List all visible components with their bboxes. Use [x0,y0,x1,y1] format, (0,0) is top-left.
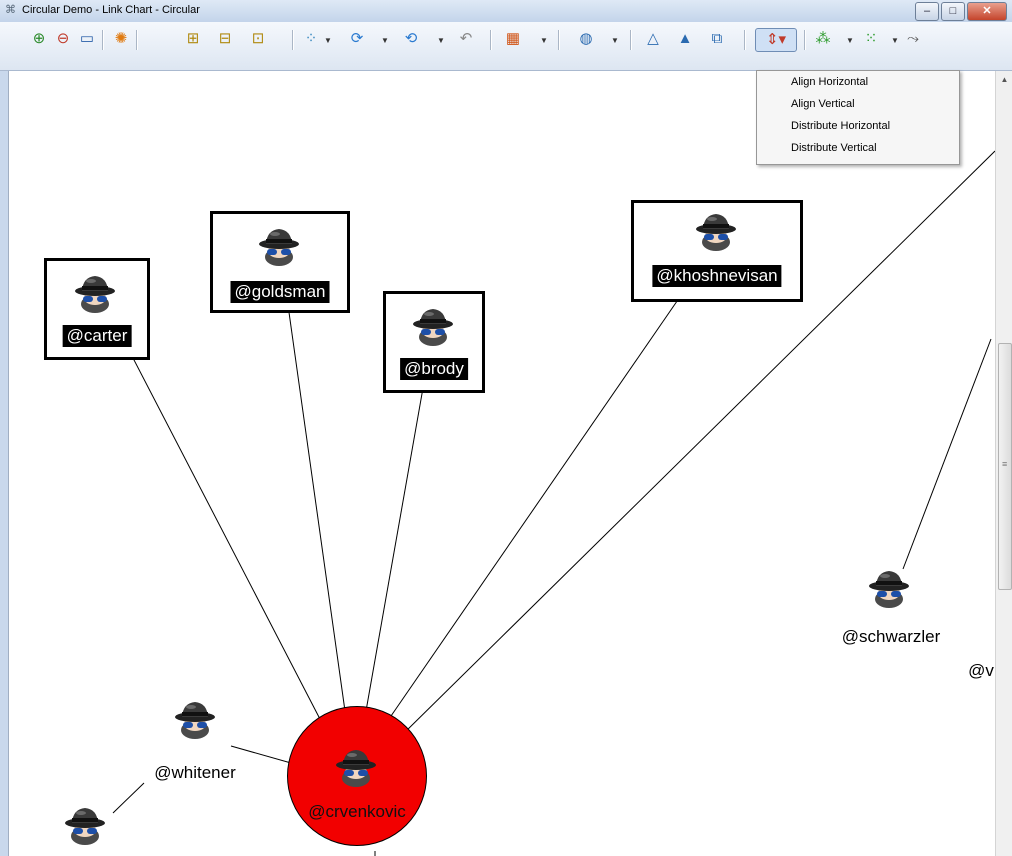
node-whitener[interactable]: @whitener [145,697,245,787]
edge-carter [118,330,322,722]
toolbar-separator [558,30,560,50]
refresh-dropdown-arrow[interactable]: ▼ [381,36,389,45]
node-carter[interactable]: @carter [44,258,150,360]
node-label: @brody [400,358,468,380]
spy-icon [411,304,455,348]
vertical-scrollbar[interactable]: ▲ ≡ [995,71,1012,856]
toolbar-separator [136,30,138,50]
nodes-dropdown-arrow[interactable]: ▼ [891,36,899,45]
minimize-button[interactable]: – [915,2,939,21]
refresh-icon[interactable]: ⟳ [346,28,368,50]
nodes-icon[interactable]: ⁙ [860,28,882,50]
node-khoshnevisan[interactable]: @khoshnevisan [631,200,803,302]
node-partial[interactable]: @v [961,616,995,686]
spy-icon [173,697,217,741]
node-label: @goldsman [230,281,330,303]
expand-icon[interactable]: ⁂ [812,28,834,50]
node-crvenkovic[interactable]: @crvenkovic [287,706,427,846]
export-icon[interactable]: ⧉ [706,28,728,50]
menu-item-align-vertical[interactable]: Align Vertical [757,93,959,115]
app-icon: ⌘ [5,4,16,16]
app-window: ⌘ Circular Demo - Link Chart - Circular … [0,0,1012,856]
node-label: @v [968,661,994,680]
toolbar-separator [102,30,104,50]
scroll-thumb[interactable]: ≡ [998,343,1012,590]
fit-window-icon[interactable]: ▭ [76,28,98,50]
expand-dropdown-arrow[interactable]: ▼ [846,36,854,45]
node-brody[interactable]: @brody [383,291,485,393]
align-bottom-icon[interactable]: ▲ [674,28,696,50]
spy-icon [257,224,301,268]
toolbar-separator [744,30,746,50]
spy-icon [867,566,911,610]
node-goldsman[interactable]: @goldsman [210,211,350,313]
align-top-icon[interactable]: △ [642,28,664,50]
toolbar-separator [630,30,632,50]
zoom-out-icon[interactable]: ⊖ [52,28,74,50]
edge-brody [365,370,427,712]
toolbar-separator [804,30,806,50]
toolbar-separator [292,30,294,50]
color-icon[interactable]: ▦ [502,28,524,50]
refresh-layout-icon[interactable]: ⟲ [400,28,422,50]
edge-schwarzler [902,338,992,570]
menu-item-distribute-horizontal[interactable]: Distribute Horizontal [757,115,959,137]
node-schwarzler[interactable]: @schwarzler [831,566,951,656]
path-icon[interactable]: ⤳ [902,28,924,50]
node-bottom-left[interactable] [57,799,117,856]
globe-dropdown-arrow[interactable]: ▼ [611,36,619,45]
toolbar-separator [490,30,492,50]
node-label: @crvenkovic [308,802,406,821]
title-bar: ⌘ Circular Demo - Link Chart - Circular … [0,0,1012,23]
left-frame [0,71,8,856]
fit-vertical-icon[interactable]: ⊟ [214,28,236,50]
spy-icon [694,209,738,253]
toolbar: ⊕ ⊖ ▭ ✺ ⊞ ⊟ ⊡ ⁘ ▼ ⟳ ▼ ⟲ ▼ ↶ ▦ ▼ ◍ ▼ △ ▲ … [0,22,1012,71]
refresh-layout-dropdown-arrow[interactable]: ▼ [437,36,445,45]
color-dropdown-arrow[interactable]: ▼ [540,36,548,45]
maximize-button[interactable]: □ [941,2,965,21]
grip-icon: ≡ [1002,459,1008,469]
scroll-up-arrow[interactable]: ▲ [996,75,1012,89]
undo-icon[interactable]: ↶ [455,28,477,50]
zoom-in-icon[interactable]: ⊕ [28,28,50,50]
fit-horizontal-icon[interactable]: ⊡ [247,28,269,50]
link-chart-canvas[interactable]: @carter @goldsman @brody @khoshnevisan @… [8,71,995,856]
layout-dropdown-arrow[interactable]: ▼ [324,36,332,45]
layout-icon[interactable]: ⁘ [300,28,322,50]
node-label: @whitener [154,763,236,782]
spy-icon [73,271,117,315]
edge-bottom-left [112,782,145,814]
close-button[interactable]: ✕ [967,2,1007,21]
align-dropdown-menu: Align Horizontal Align Vertical Distribu… [756,70,960,165]
node-label: @schwarzler [841,627,941,646]
fit-all-icon[interactable]: ⊞ [182,28,204,50]
menu-item-align-horizontal[interactable]: Align Horizontal [757,71,959,93]
align-tool-icon[interactable]: ⇕▾ [755,28,797,52]
node-label: @carter [62,325,132,347]
window-title: Circular Demo - Link Chart - Circular [22,4,200,16]
highlight-icon[interactable]: ✺ [110,28,132,50]
node-label: @khoshnevisan [652,265,782,287]
globe-icon[interactable]: ◍ [575,28,597,50]
menu-item-distribute-vertical[interactable]: Distribute Vertical [757,137,959,159]
spy-icon [334,745,378,789]
edge-goldsman [285,290,346,712]
spy-icon [63,803,107,847]
